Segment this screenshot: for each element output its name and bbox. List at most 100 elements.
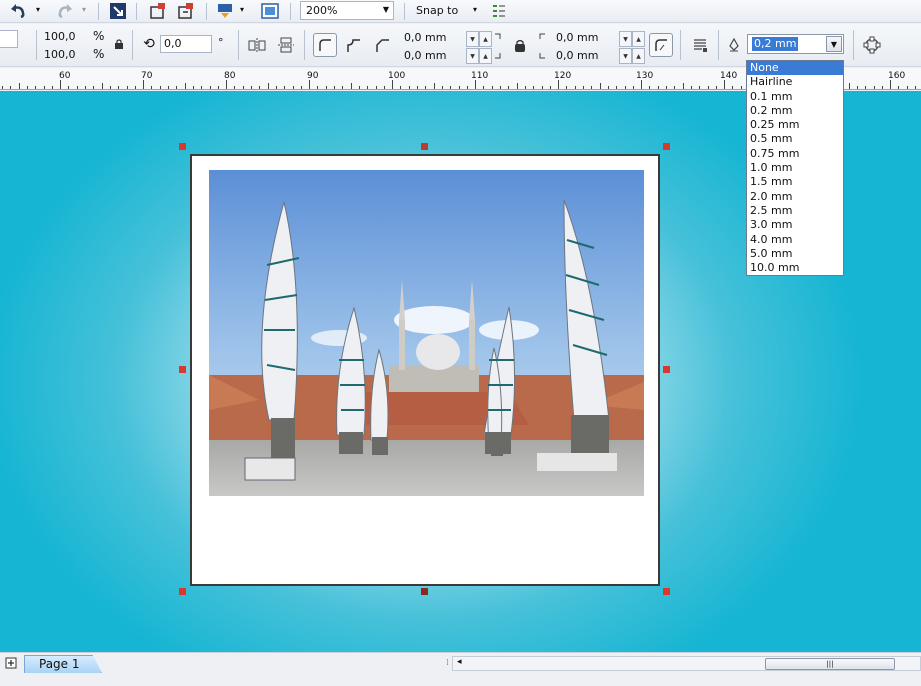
spin-up-icon[interactable]: ▲ <box>632 31 645 47</box>
snap-to-button[interactable]: Snap to <box>416 4 458 17</box>
percent-x-label: % <box>93 29 105 43</box>
mosque-photo[interactable] <box>209 170 644 496</box>
outline-width-value[interactable]: 0,2 mm <box>752 37 799 51</box>
redo-icon[interactable] <box>56 2 74 20</box>
round-corner-icon[interactable] <box>313 33 337 57</box>
ruler-tick <box>591 86 593 89</box>
lock-corners-icon[interactable] <box>512 38 528 54</box>
spin-up-icon[interactable]: ▲ <box>479 31 492 47</box>
spin-down-icon[interactable]: ▼ <box>466 48 479 64</box>
chamfered-corner-icon[interactable] <box>372 36 392 54</box>
selection-handle[interactable] <box>421 143 428 150</box>
ruler-tick <box>649 86 651 89</box>
ruler-tick <box>865 86 867 89</box>
outline-width-option[interactable]: 0.75 mm <box>747 147 843 161</box>
outline-width-option[interactable]: 2.5 mm <box>747 204 843 218</box>
ruler-tick <box>632 86 634 89</box>
application-launcher-icon[interactable] <box>216 2 234 20</box>
spin-down-icon[interactable]: ▼ <box>466 31 479 47</box>
welcome-screen-icon[interactable] <box>260 2 280 20</box>
spin-down-icon[interactable]: ▼ <box>619 31 632 47</box>
relative-corner-scaling-icon[interactable] <box>649 33 673 57</box>
publish-icon[interactable] <box>148 2 168 20</box>
spin-up-icon[interactable]: ▲ <box>632 48 645 64</box>
ruler-tick <box>2 86 3 89</box>
outline-width-combo[interactable]: 0,2 mm ▼ <box>747 34 844 54</box>
redo-dropdown-icon[interactable]: ▾ <box>82 5 86 14</box>
outline-width-option[interactable]: 1.5 mm <box>747 175 843 189</box>
scale-x-field[interactable]: 100,0 <box>44 30 76 46</box>
add-page-icon[interactable] <box>4 656 18 670</box>
selection-handle[interactable] <box>663 366 670 373</box>
spin-down-icon[interactable]: ▼ <box>619 48 632 64</box>
corner-bracket-right-icon <box>536 32 546 60</box>
snap-dropdown-icon[interactable]: ▾ <box>473 5 477 14</box>
horizontal-scrollbar[interactable]: ◂ ||| <box>452 656 921 671</box>
corner-radius-top-left[interactable]: 0,0 mm <box>404 31 446 47</box>
outline-width-option[interactable]: Hairline <box>747 75 843 89</box>
scale-y-field[interactable]: 100,0 <box>44 48 76 64</box>
outline-width-option[interactable]: 4.0 mm <box>747 233 843 247</box>
page-frame[interactable] <box>190 154 660 586</box>
zoom-dropdown-icon[interactable]: ▼ <box>383 5 389 14</box>
ruler-tick <box>881 86 883 89</box>
corner-radius-bottom-right[interactable]: 0,0 mm <box>556 49 598 65</box>
outline-width-dropdown-list[interactable]: None Hairline 0.1 mm 0.2 mm 0.25 mm 0.5 mm 0.7… <box>746 60 844 276</box>
selection-handle[interactable] <box>179 366 186 373</box>
mirror-vertical-icon[interactable] <box>276 36 296 54</box>
ruler-tick <box>184 83 186 89</box>
zoom-level-combo[interactable]: 200% ▼ <box>300 1 394 20</box>
lock-ratio-icon[interactable] <box>113 38 125 50</box>
spin-up-icon[interactable]: ▲ <box>479 48 492 64</box>
standard-toolbar: ▾ ▾ ▾ 200% ▼ Snap to ▾ <box>0 0 921 23</box>
convert-to-curves-icon[interactable] <box>862 36 882 54</box>
outline-width-option[interactable]: 10.0 mm <box>747 261 843 275</box>
ruler-tick <box>699 86 701 89</box>
selection-handle[interactable] <box>421 588 428 595</box>
scroll-left-icon[interactable]: ◂ <box>457 657 462 667</box>
options-icon[interactable] <box>490 2 508 20</box>
ruler-tick <box>500 86 501 89</box>
scalloped-corner-icon[interactable] <box>343 36 363 54</box>
selection-handle[interactable] <box>663 143 670 150</box>
mirror-horizontal-icon[interactable] <box>247 36 267 54</box>
outline-width-option[interactable]: 5.0 mm <box>747 247 843 261</box>
ruler-tick <box>209 86 211 89</box>
page-tab[interactable]: Page 1 <box>24 655 102 673</box>
ruler-tick <box>43 86 45 89</box>
ruler-tick <box>732 86 734 89</box>
selection-handle[interactable] <box>663 588 670 595</box>
splitter-grip-icon[interactable]: ⁞ <box>446 658 449 668</box>
outline-width-option[interactable]: 0.1 mm <box>747 90 843 104</box>
undo-icon[interactable] <box>8 2 28 20</box>
selection-handle[interactable] <box>179 143 186 150</box>
corner-radius-top-right[interactable]: 0,0 mm <box>556 31 598 47</box>
ruler-tick <box>101 83 103 89</box>
ruler-tick <box>68 86 70 89</box>
outline-width-option[interactable]: 0.25 mm <box>747 118 843 132</box>
outline-width-option[interactable]: 0.5 mm <box>747 132 843 146</box>
ruler-tick <box>300 86 302 89</box>
selection-handle[interactable] <box>179 588 186 595</box>
wrap-text-icon[interactable] <box>690 36 710 54</box>
undo-dropdown-icon[interactable]: ▾ <box>36 5 40 14</box>
ruler-tick <box>242 86 244 89</box>
ruler-tick <box>624 86 626 89</box>
scrollbar-thumb[interactable]: ||| <box>765 658 895 670</box>
ruler-tick <box>549 86 551 89</box>
ruler-tick <box>367 86 369 89</box>
export-icon[interactable] <box>176 2 196 20</box>
ruler-tick <box>259 86 261 89</box>
launcher-dropdown-icon[interactable]: ▾ <box>240 5 244 14</box>
corner-radius-bottom-left[interactable]: 0,0 mm <box>404 49 446 65</box>
outline-width-option[interactable]: 1.0 mm <box>747 161 843 175</box>
outline-width-option[interactable]: None <box>747 61 843 76</box>
outline-width-option[interactable]: 0.2 mm <box>747 104 843 118</box>
import-icon[interactable] <box>108 2 128 20</box>
object-position-field[interactable] <box>0 30 18 48</box>
rotation-angle-field[interactable]: 0,0 <box>160 35 212 53</box>
outline-width-dropdown-icon[interactable]: ▼ <box>826 36 842 52</box>
outline-width-option[interactable]: 3.0 mm <box>747 218 843 232</box>
outline-width-option[interactable]: 2.0 mm <box>747 190 843 204</box>
ruler-label: 110 <box>471 71 489 81</box>
